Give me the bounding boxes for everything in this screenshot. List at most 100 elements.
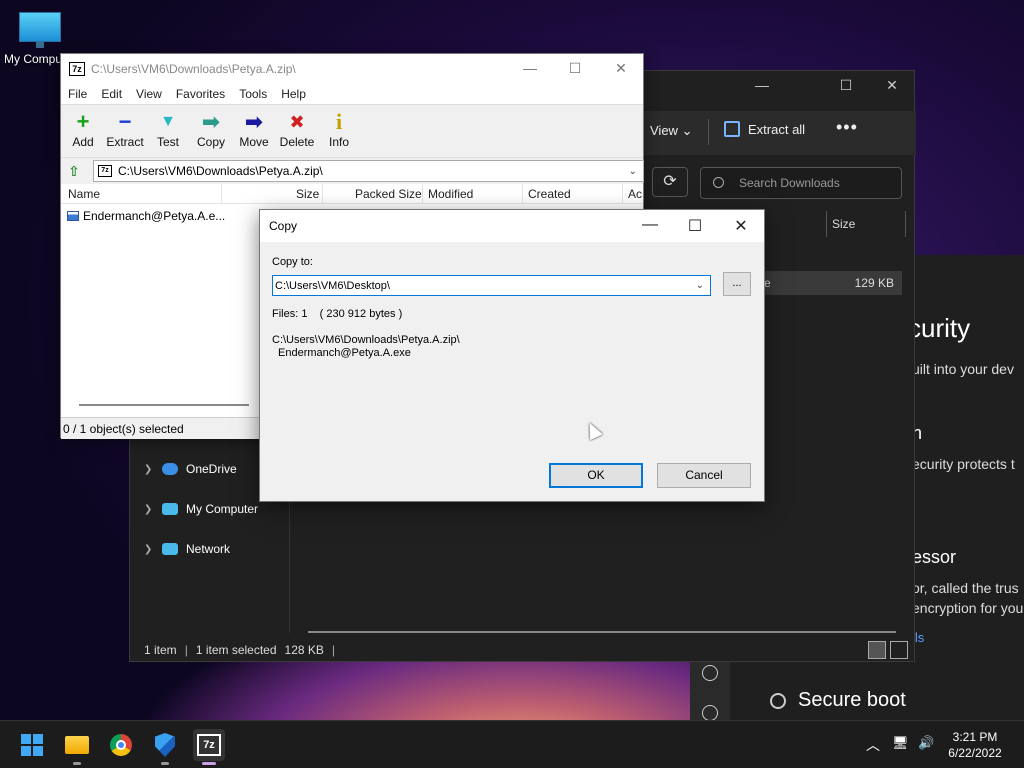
monitor-icon xyxy=(19,12,61,48)
column-header-created[interactable]: Created xyxy=(528,187,571,201)
menu-view[interactable]: View xyxy=(129,84,169,104)
menu-file[interactable]: File xyxy=(61,84,94,104)
extract-label: Extract xyxy=(106,135,144,149)
sevenzip-title: C:\Users\VM6\Downloads\Petya.A.zip\ xyxy=(91,62,296,76)
extract-button[interactable]: − Extract xyxy=(103,109,147,149)
chevron-right-icon[interactable]: ❯ xyxy=(144,504,154,515)
column-header-size[interactable]: Size xyxy=(296,187,319,201)
taskbar-clock[interactable]: 3:21 PM 6/22/2022 xyxy=(940,729,1010,761)
more-options-button[interactable]: ••• xyxy=(836,117,858,138)
chevron-right-icon[interactable]: ❯ xyxy=(144,464,154,475)
menu-tools[interactable]: Tools xyxy=(232,84,274,104)
network-icon xyxy=(162,543,178,555)
sevenzip-maximize-button[interactable]: ☐ xyxy=(560,60,590,78)
menu-help[interactable]: Help xyxy=(274,84,313,104)
sevenzip-minimize-button[interactable]: — xyxy=(515,60,545,78)
extract-all-button[interactable]: Extract all xyxy=(724,121,805,137)
explorer-maximize-button[interactable]: ☐ xyxy=(826,77,866,97)
dialog-maximize-button[interactable]: ☐ xyxy=(680,216,710,236)
extract-icon: − xyxy=(118,109,132,134)
copy-dialog-title-bar[interactable]: Copy — ☐ ✕ xyxy=(260,210,764,242)
copy-icon: ➡ xyxy=(201,109,221,134)
move-button[interactable]: ➡ Move xyxy=(232,109,276,149)
menu-favorites[interactable]: Favorites xyxy=(169,84,232,104)
search-input[interactable]: Search Downloads xyxy=(700,167,902,199)
secure-boot-label: Secure boot xyxy=(798,689,906,711)
chevron-down-icon[interactable]: ⌄ xyxy=(696,280,704,291)
add-button[interactable]: + Add xyxy=(61,109,105,149)
taskbar-windows-security[interactable] xyxy=(149,729,181,765)
move-label: Move xyxy=(239,135,269,149)
explorer-minimize-button[interactable]: — xyxy=(742,77,782,97)
security-text-2: ecurity protects t xyxy=(912,456,1015,472)
delete-icon: ✖ xyxy=(289,112,305,132)
status-size: 128 KB xyxy=(284,643,324,657)
view-label: View xyxy=(650,123,678,138)
taskbar-7zip[interactable]: 7z xyxy=(193,729,225,765)
column-header-modified[interactable]: Modified xyxy=(428,187,473,201)
destination-combobox[interactable]: C:\Users\VM6\Desktop\ ⌄ xyxy=(272,275,711,296)
info-button[interactable]: i Info xyxy=(317,109,361,149)
file-name: Endermanch@Petya.A.e... xyxy=(83,209,226,223)
horizontal-scrollbar[interactable] xyxy=(308,631,896,633)
file-row-size: 129 KB xyxy=(854,276,894,290)
column-header-accessed[interactable]: Ac xyxy=(628,187,642,201)
browse-button[interactable]: ... xyxy=(723,272,751,296)
history-icon[interactable] xyxy=(702,705,718,720)
test-button[interactable]: ▼ Test xyxy=(146,109,190,149)
shield-icon xyxy=(155,733,175,757)
start-button[interactable] xyxy=(16,729,48,761)
folder-up-icon[interactable]: ⇧ xyxy=(66,163,82,179)
chevron-down-icon[interactable]: ⌄ xyxy=(629,166,637,177)
column-header-size[interactable]: Size xyxy=(832,217,855,231)
horizontal-scrollbar[interactable] xyxy=(79,404,249,406)
status-item-count: 1 item xyxy=(144,643,177,657)
source-file: Endermanch@Petya.A.exe xyxy=(278,347,411,359)
chevron-right-icon[interactable]: ❯ xyxy=(144,544,154,555)
extract-icon xyxy=(724,121,740,137)
security-text-4: encryption for you xyxy=(912,600,1024,616)
family-icon[interactable] xyxy=(702,665,718,681)
nav-item-my-computer[interactable]: ❯ My Computer xyxy=(144,497,258,521)
cancel-button[interactable]: Cancel xyxy=(657,463,751,488)
dialog-close-button[interactable]: ✕ xyxy=(726,216,756,236)
column-divider[interactable] xyxy=(905,211,906,237)
delete-button[interactable]: ✖ Delete xyxy=(275,109,319,149)
volume-icon[interactable]: 🔊 xyxy=(918,735,934,751)
menu-edit[interactable]: Edit xyxy=(94,84,129,104)
dialog-minimize-button[interactable]: — xyxy=(635,216,665,236)
tiles-view-icon[interactable] xyxy=(890,641,908,659)
security-heading: curity xyxy=(908,313,971,343)
test-label: Test xyxy=(156,135,179,149)
address-combobox[interactable]: 7z C:\Users\VM6\Downloads\Petya.A.zip\ ⌄ xyxy=(93,160,644,182)
copy-dialog: Copy — ☐ ✕ Copy to: C:\Users\VM6\Desktop… xyxy=(259,209,765,502)
sevenzip-logo-icon: 7z xyxy=(69,62,85,76)
nav-label-onedrive: OneDrive xyxy=(186,462,237,476)
secure-boot-heading: Secure boot xyxy=(770,689,906,712)
exe-file-icon xyxy=(67,211,79,221)
nav-item-network[interactable]: ❯ Network xyxy=(144,537,230,561)
explorer-close-button[interactable]: ✕ xyxy=(872,77,912,97)
column-header-packed-size[interactable]: Packed Size xyxy=(355,187,422,201)
file-list-item[interactable]: Endermanch@Petya.A.e... xyxy=(67,208,225,224)
network-icon[interactable]: 🖥 xyxy=(892,735,909,751)
refresh-button[interactable]: ⟳ xyxy=(652,167,688,197)
column-header-name[interactable]: Name xyxy=(68,187,100,201)
chrome-icon xyxy=(110,734,132,756)
search-placeholder: Search Downloads xyxy=(739,176,840,190)
explorer-status-bar: 1 item | 1 item selected 128 KB | xyxy=(144,643,335,657)
view-menu-button[interactable]: View ⌄ xyxy=(650,123,692,139)
sevenzip-close-button[interactable]: ✕ xyxy=(606,60,636,78)
column-divider[interactable] xyxy=(826,211,827,237)
nav-item-onedrive[interactable]: ❯ OneDrive xyxy=(144,457,237,481)
taskbar: 7z ︿ 🖥 🔊 3:21 PM 6/22/2022 xyxy=(0,720,1024,768)
add-icon: + xyxy=(76,109,90,134)
details-view-icon[interactable] xyxy=(868,641,886,659)
ok-button[interactable]: OK xyxy=(549,463,643,488)
copy-button[interactable]: ➡ Copy xyxy=(189,109,233,149)
test-icon: ▼ xyxy=(160,113,176,130)
sevenzip-title-bar[interactable]: 7z C:\Users\VM6\Downloads\Petya.A.zip\ —… xyxy=(61,54,643,84)
taskbar-chrome[interactable] xyxy=(105,729,137,761)
show-hidden-icons-chevron[interactable]: ︿ xyxy=(866,735,880,755)
taskbar-file-explorer[interactable] xyxy=(61,729,93,765)
